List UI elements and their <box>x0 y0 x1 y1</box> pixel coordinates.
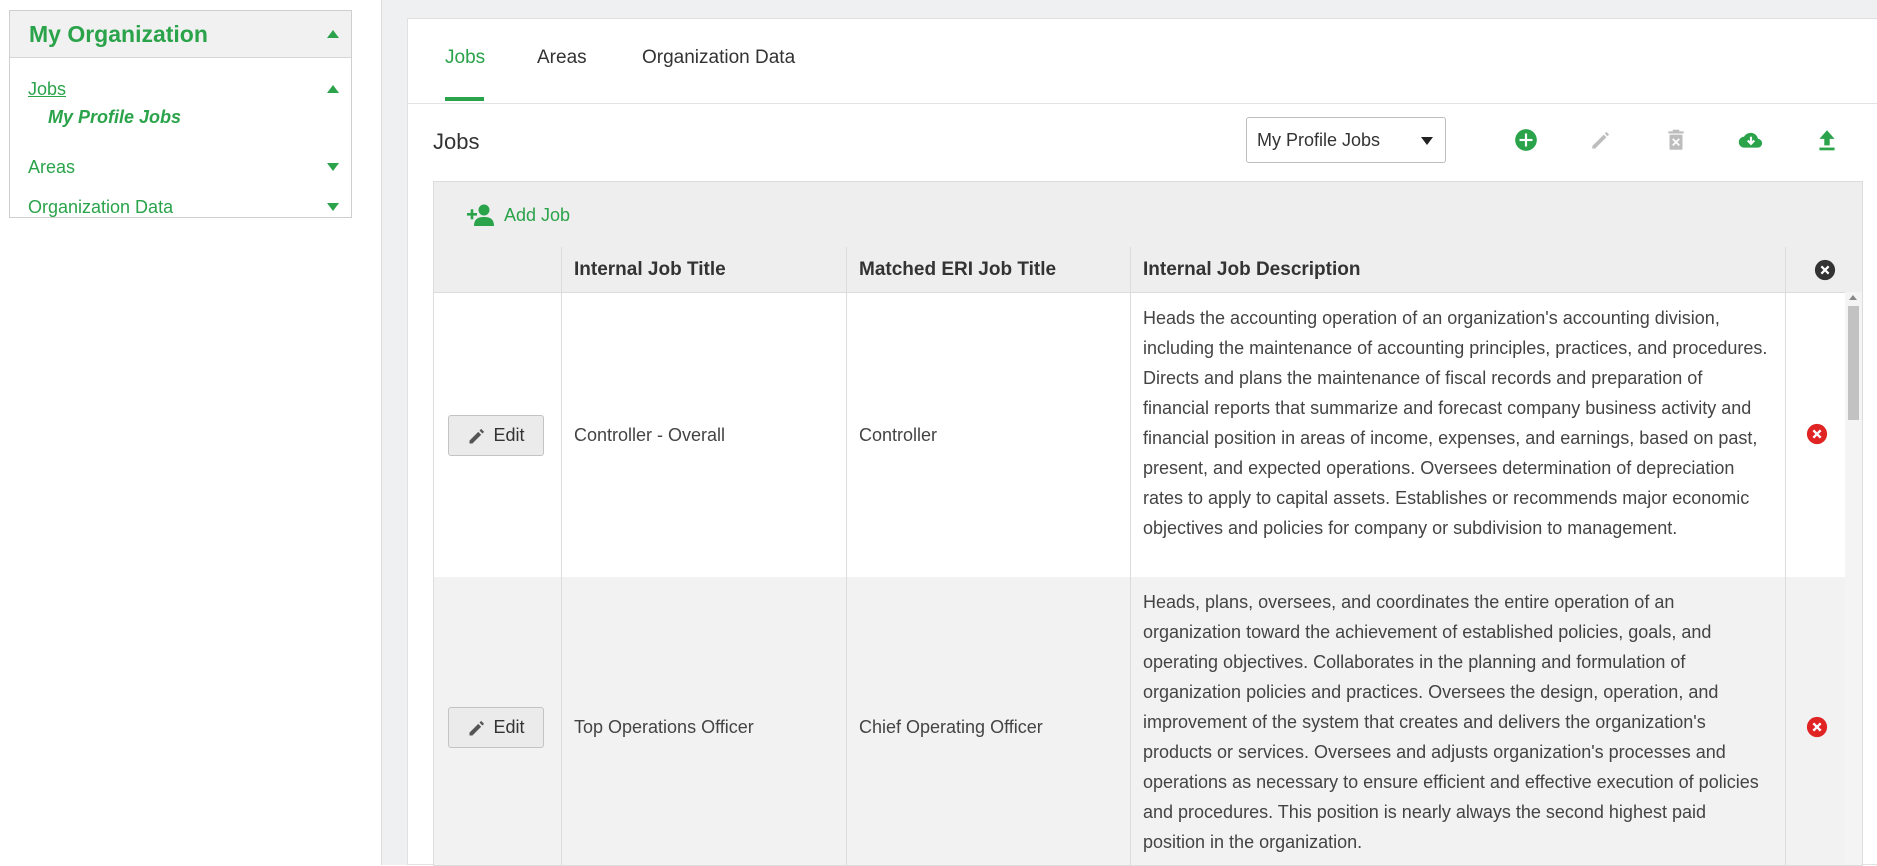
sidebar-item-label: Areas <box>28 156 76 177</box>
sidebar-header[interactable]: My Organization <box>10 11 351 58</box>
table-row: Edit Top Operations Officer Chief Operat… <box>434 577 1847 865</box>
main-card: Jobs Areas Organization Data Jobs My Pro… <box>407 18 1877 866</box>
tab-organization-data[interactable]: Organization Data <box>642 47 795 69</box>
edit-label: Edit <box>493 717 525 737</box>
scroll-up-arrow-icon[interactable] <box>1849 295 1857 300</box>
edit-label: Edit <box>493 425 525 445</box>
sidebar-item-organization-data[interactable]: Organization Data <box>28 192 339 222</box>
sidebar-panel: My Organization Jobs My Profile Jobs Are… <box>9 10 352 218</box>
active-tab-indicator <box>445 97 484 101</box>
add-circle-icon[interactable] <box>1513 127 1539 153</box>
header-clear <box>1785 247 1862 292</box>
internal-job-title-cell: Top Operations Officer <box>561 577 846 865</box>
sidebar-item-label: Organization Data <box>28 196 174 217</box>
section-title: Jobs <box>433 129 480 154</box>
add-job-button[interactable]: Add Job <box>466 202 570 228</box>
upload-icon[interactable] <box>1814 127 1840 153</box>
matched-job-title-cell: Controller <box>846 293 1130 577</box>
edit-button[interactable]: Edit <box>448 415 544 456</box>
header-actions <box>434 247 561 292</box>
pencil-icon <box>469 428 485 443</box>
add-job-label: Add Job <box>504 204 571 225</box>
cloud-download-icon[interactable] <box>1738 127 1764 153</box>
delete-row-icon[interactable] <box>1806 716 1828 738</box>
select-value: My Profile Jobs <box>1257 129 1381 150</box>
row-actions-cell: Edit <box>434 293 561 577</box>
matched-job-title-cell: Chief Operating Officer <box>846 577 1130 865</box>
add-person-icon <box>467 204 494 226</box>
close-icon[interactable] <box>1814 259 1836 281</box>
trash-icon[interactable] <box>1663 127 1689 153</box>
grid-toolbar: Add Job <box>434 182 1862 248</box>
row-delete-cell <box>1785 293 1847 577</box>
job-description-cell: Heads the accounting operation of an org… <box>1130 293 1785 577</box>
vertical-scrollbar[interactable] <box>1845 292 1862 865</box>
header-internal-job-title[interactable]: Internal Job Title <box>561 247 846 292</box>
expand-arrow-icon[interactable] <box>327 163 339 171</box>
jobs-grid: Add Job Internal Job Title Matched ERI J… <box>433 181 1863 866</box>
pencil-icon[interactable] <box>1588 127 1614 153</box>
sidebar-item-jobs[interactable]: Jobs <box>28 74 339 104</box>
delete-row-icon[interactable] <box>1806 423 1828 445</box>
internal-job-title-cell: Controller - Overall <box>561 293 846 577</box>
tab-jobs[interactable]: Jobs <box>445 47 485 69</box>
sidebar-item-label: Jobs <box>28 78 67 99</box>
sidebar-item-areas[interactable]: Areas <box>28 152 339 182</box>
sidebar-title: My Organization <box>29 20 208 47</box>
edit-button[interactable]: Edit <box>448 707 544 748</box>
tab-areas[interactable]: Areas <box>537 47 587 69</box>
collapse-arrow-icon[interactable] <box>327 30 339 38</box>
expand-arrow-icon[interactable] <box>327 203 339 211</box>
grid-header-row: Internal Job Title Matched ERI Job Title… <box>434 247 1862 293</box>
header-matched-eri-job-title[interactable]: Matched ERI Job Title <box>846 247 1130 292</box>
pencil-icon <box>469 720 485 735</box>
sidebar-subitem-my-profile-jobs[interactable]: My Profile Jobs <box>48 107 181 128</box>
chevron-down-icon <box>1421 137 1433 145</box>
header-internal-job-description[interactable]: Internal Job Description <box>1130 247 1785 292</box>
table-row: Edit Controller - Overall Controller Hea… <box>434 293 1845 577</box>
tab-bar: Jobs Areas Organization Data <box>408 19 1877 104</box>
row-delete-cell <box>1785 577 1847 865</box>
scrollbar-thumb[interactable] <box>1848 306 1859 420</box>
job-list-select[interactable]: My Profile Jobs <box>1246 117 1446 163</box>
collapse-arrow-icon[interactable] <box>327 85 339 93</box>
row-actions-cell: Edit <box>434 577 561 865</box>
job-description-cell: Heads, plans, oversees, and coordinates … <box>1130 577 1785 865</box>
